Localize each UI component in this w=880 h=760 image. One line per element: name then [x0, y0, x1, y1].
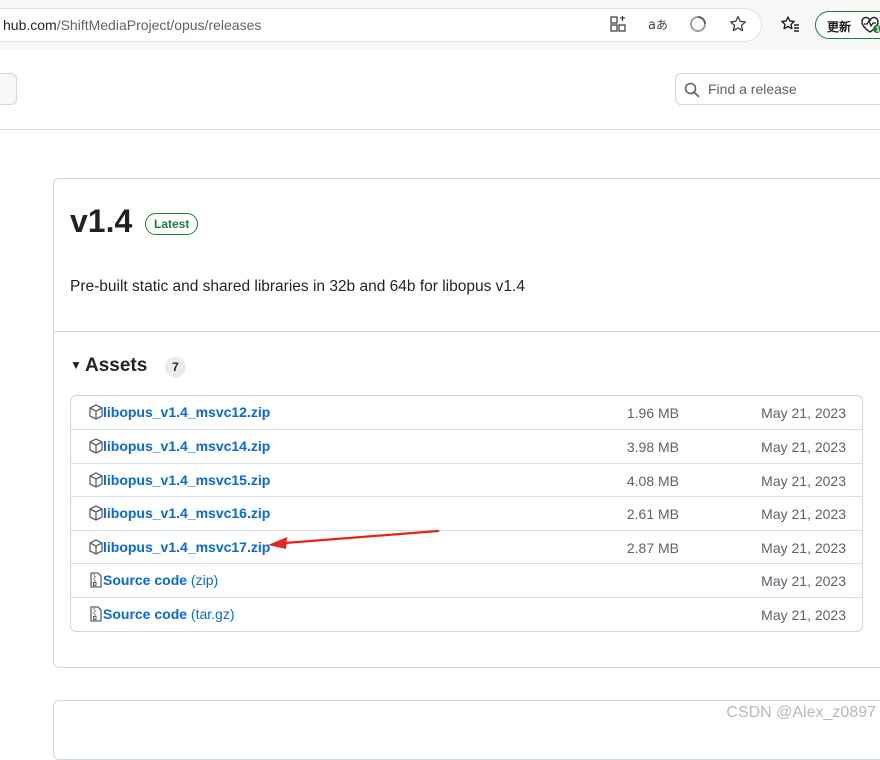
favorite-star-icon[interactable]	[728, 14, 748, 34]
favorites-icon[interactable]	[780, 14, 800, 34]
assets-count-badge: 7	[165, 357, 186, 377]
source-row: Source code (zip) May 21, 2023	[71, 563, 862, 597]
asset-row: libopus_v1.4_msvc14.zip 3.98 MB May 21, …	[71, 429, 862, 463]
asset-link[interactable]: libopus_v1.4_msvc12.zip	[103, 404, 270, 420]
asset-date: May 21, 2023	[761, 540, 846, 556]
partial-nav-button[interactable]	[0, 73, 17, 105]
asset-size: 4.08 MB	[626, 473, 679, 489]
svg-text:1: 1	[875, 26, 880, 34]
asset-date: May 21, 2023	[761, 607, 846, 623]
address-text[interactable]: hub.com/ShiftMediaProject/opus/releases	[3, 17, 261, 33]
apps-icon[interactable]	[608, 14, 628, 34]
search-icon	[684, 82, 700, 103]
package-icon	[88, 539, 104, 560]
source-code-zip-link[interactable]: Source code (zip)	[103, 572, 218, 588]
asset-link[interactable]: libopus_v1.4_msvc15.zip	[103, 472, 270, 488]
asset-row: libopus_v1.4_msvc15.zip 4.08 MB May 21, …	[71, 463, 862, 497]
asset-size: 2.61 MB	[626, 506, 679, 522]
release-search[interactable]	[675, 73, 880, 105]
source-row: Source code (tar.gz) May 21, 2023	[71, 597, 862, 631]
file-zip-icon	[88, 572, 104, 593]
asset-date: May 21, 2023	[761, 405, 846, 421]
asset-link[interactable]: libopus_v1.4_msvc14.zip	[103, 438, 270, 454]
asset-size: 2.87 MB	[626, 540, 679, 556]
asset-link[interactable]: libopus_v1.4_msvc17.zip	[103, 539, 270, 555]
latest-badge: Latest	[145, 213, 199, 235]
release-card: v1.4 Latest Pre-built static and shared …	[53, 178, 880, 668]
search-input[interactable]	[708, 80, 878, 98]
header-divider	[0, 129, 880, 130]
package-icon	[88, 505, 104, 526]
release-description: Pre-built static and shared libraries in…	[70, 278, 525, 295]
assets-list: libopus_v1.4_msvc12.zip 1.96 MB May 21, …	[70, 395, 863, 632]
asset-size: 3.98 MB	[626, 439, 679, 455]
heart-pulse-icon: 1	[860, 16, 880, 37]
read-aloud-icon[interactable]: aあ	[647, 14, 667, 34]
asset-row: libopus_v1.4_msvc12.zip 1.96 MB May 21, …	[71, 396, 862, 429]
package-icon	[88, 438, 104, 459]
browser-update-button[interactable]: 更新 1	[815, 11, 880, 39]
browser-toolbar: hub.com/ShiftMediaProject/opus/releases …	[0, 0, 880, 50]
file-zip-icon	[88, 606, 104, 627]
svg-text:あ: あ	[656, 18, 667, 32]
asset-row: libopus_v1.4_msvc16.zip 2.61 MB May 21, …	[71, 496, 862, 530]
watermark: CSDN @Alex_z0897	[726, 704, 876, 721]
asset-date: May 21, 2023	[761, 439, 846, 455]
package-icon	[88, 472, 104, 493]
asset-date: May 21, 2023	[761, 506, 846, 522]
source-code-targz-link[interactable]: Source code (tar.gz)	[103, 606, 235, 622]
asset-link[interactable]: libopus_v1.4_msvc16.zip	[103, 505, 270, 521]
caret-down-icon: ▼	[70, 358, 82, 372]
package-icon	[88, 404, 104, 425]
release-title[interactable]: v1.4	[70, 201, 132, 241]
svg-text:a: a	[648, 18, 656, 33]
asset-size: 1.96 MB	[626, 405, 679, 421]
section-divider	[54, 331, 880, 332]
assets-heading: Assets	[85, 355, 148, 376]
refresh-icon[interactable]	[688, 14, 708, 34]
asset-date: May 21, 2023	[761, 573, 846, 589]
asset-date: May 21, 2023	[761, 473, 846, 489]
asset-row: libopus_v1.4_msvc17.zip 2.87 MB May 21, …	[71, 530, 862, 564]
